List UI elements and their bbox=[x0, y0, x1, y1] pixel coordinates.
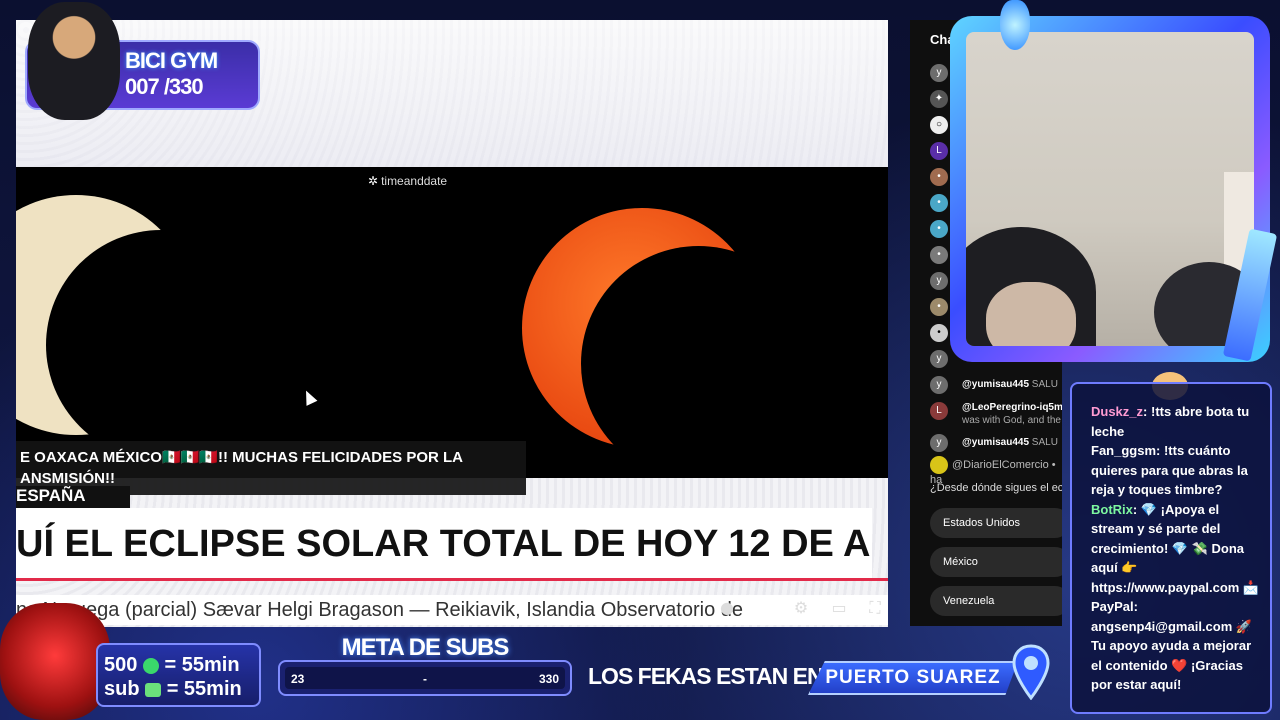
chat-avatar: y bbox=[930, 64, 948, 82]
dragon-mascot-icon bbox=[0, 603, 110, 720]
meta-separator: - bbox=[423, 672, 427, 686]
subs-rate-box: 500 = 55min sub = 55min bbox=[96, 643, 261, 707]
news-ticker: ns Noruega (parcial) Sævar Helgi Bragaso… bbox=[16, 595, 888, 625]
crystal-potion-icon bbox=[1000, 0, 1030, 50]
miniplayer-icon[interactable]: ▭ bbox=[828, 598, 850, 620]
chat-avatar: • bbox=[930, 168, 948, 186]
webcam-frame bbox=[950, 16, 1270, 362]
webcam-feed bbox=[966, 32, 1254, 346]
kick-coin-icon bbox=[142, 657, 159, 674]
meta-end: 330 bbox=[538, 672, 559, 686]
eclipse-right-moon bbox=[581, 246, 816, 481]
section-tag: ESPAÑA bbox=[16, 486, 130, 508]
chat-avatar: • bbox=[930, 194, 948, 212]
poll-option-mexico[interactable]: México bbox=[930, 547, 1062, 577]
pin-icon[interactable]: ● bbox=[716, 598, 738, 620]
chat-avatar: y bbox=[930, 376, 948, 394]
poll-option-venezuela[interactable]: Venezuela bbox=[930, 586, 1062, 616]
location-label: LOS FEKAS ESTAN EN: bbox=[588, 663, 830, 689]
meta-subs-bar: 23 - 330 bbox=[278, 660, 572, 696]
chat-avatar: • bbox=[930, 324, 948, 342]
chat-avatar: • bbox=[930, 246, 948, 264]
gift-icon bbox=[145, 682, 162, 697]
chat-avatar: ✦ bbox=[930, 90, 948, 108]
chat-avatar: y bbox=[930, 350, 948, 368]
timeanddate-logo: ✲ timeanddate bbox=[368, 174, 448, 188]
chat-avatar: ○ bbox=[930, 116, 948, 134]
chat-avatar: L bbox=[930, 142, 948, 160]
chat-line: @LeoPeregrino-iq5m bbox=[962, 402, 1062, 413]
gym-counter: 007 /330 bbox=[125, 74, 204, 99]
map-pin-icon bbox=[1012, 644, 1050, 700]
video-progress-bar[interactable] bbox=[16, 578, 888, 581]
poll-question: ¿Desde dónde sigues el ec bbox=[930, 482, 1062, 494]
chat-message: BotRix: 💎 ¡Apoya el stream y sé parte de… bbox=[1091, 501, 1260, 693]
meta-subs-track: 23 - 330 bbox=[285, 667, 565, 689]
stream-chat-box: Duskz_z: !tts abre bota tu leche Fan_ggs… bbox=[1070, 382, 1272, 714]
chat-line: @yumisau445 SALU bbox=[962, 437, 1058, 448]
bits-rate: 500 = 55min bbox=[104, 654, 240, 676]
video-player[interactable]: ✲ timeanddate E OAXACA MÉXICO🇲🇽🇲🇽🇲🇽!! MUC… bbox=[16, 20, 888, 627]
gym-character-icon bbox=[28, 2, 120, 120]
location-banner: PUERTO SUAREZ bbox=[808, 661, 1018, 695]
settings-gear-icon[interactable]: ⚙ bbox=[790, 598, 812, 620]
diario-logo-icon bbox=[930, 456, 948, 474]
eclipse-left-moon bbox=[46, 230, 276, 460]
chat-line: @yumisau445 SALU bbox=[962, 379, 1058, 390]
news-headline: UÍ EL ECLIPSE SOLAR TOTAL DE HOY 12 DE A… bbox=[16, 508, 872, 580]
chat-avatar: L bbox=[930, 402, 948, 420]
chat-avatar: y bbox=[930, 272, 948, 290]
poll-option-estados-unidos[interactable]: Estados Unidos bbox=[930, 508, 1062, 538]
sub-rate: sub = 55min bbox=[104, 678, 242, 700]
webcam-face bbox=[986, 282, 1076, 346]
chat-message: Fan_ggsm: !tts cuánto quieres para que a… bbox=[1091, 443, 1248, 497]
chat-avatar: y bbox=[930, 434, 948, 452]
chat-message: Duskz_z: !tts abre bota tu leche bbox=[1091, 404, 1250, 439]
meta-start: 23 bbox=[291, 672, 305, 686]
chat-line-cont: was with God, and the bbox=[962, 415, 1061, 426]
meta-subs-title: META DE SUBS bbox=[341, 634, 510, 661]
fullscreen-icon[interactable]: ⛶ bbox=[864, 598, 886, 620]
gym-title: BICI GYM bbox=[125, 48, 218, 73]
chat-avatar: • bbox=[930, 220, 948, 238]
chat-avatar: • bbox=[930, 298, 948, 316]
